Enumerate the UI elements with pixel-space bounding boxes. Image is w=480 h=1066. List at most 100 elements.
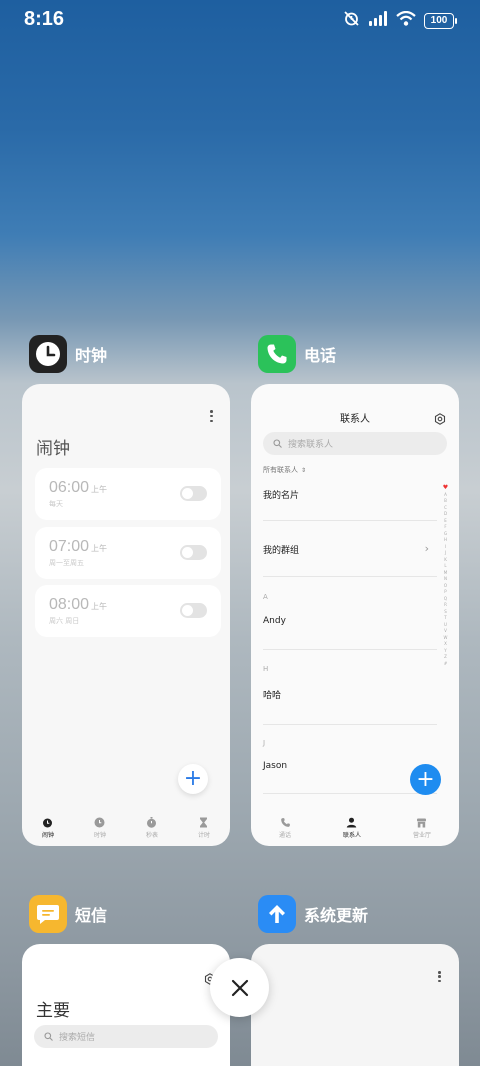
alarm-toggle[interactable] <box>180 603 207 618</box>
messages-app-icon[interactable] <box>29 895 67 933</box>
alphabet-index-letter[interactable]: D <box>444 511 447 517</box>
settings-icon[interactable] <box>434 410 446 429</box>
clock-app-icon[interactable] <box>29 335 67 373</box>
alphabet-index-letter[interactable]: X <box>444 641 447 647</box>
favorite-heart-icon: ♥ <box>442 484 449 491</box>
alphabet-index-letter[interactable]: # <box>444 661 447 667</box>
tab-alarm[interactable]: 闹钟 <box>42 817 54 839</box>
app-header-clock[interactable]: 时钟 <box>29 335 107 373</box>
stopwatch-icon <box>147 817 157 828</box>
phone-app-icon[interactable] <box>258 335 296 373</box>
alarm-item[interactable]: 06:00 上午 每天 <box>35 468 221 520</box>
add-contact-button[interactable]: + <box>410 764 441 795</box>
alarm-toggle[interactable] <box>180 486 207 501</box>
alphabet-index[interactable]: ♥ A B C D E F G H I J K L M N O P Q R S T U V W X Y Z # <box>442 485 449 666</box>
alphabet-index-letter[interactable]: P <box>444 589 446 595</box>
phone-app-card[interactable]: 联系人 搜索联系人 所有联系人 ⇕ 我的名片 我的群组 › A Andy H 哈… <box>251 384 459 846</box>
search-icon <box>273 439 282 448</box>
clear-all-button[interactable] <box>210 958 269 1017</box>
app-header-updater[interactable]: 系统更新 <box>258 895 368 933</box>
alphabet-index-letter[interactable]: G <box>444 531 447 537</box>
alphabet-index-letter[interactable]: H <box>444 537 447 543</box>
alarm-item[interactable]: 08:00 上午 周六 周日 <box>35 585 221 637</box>
alphabet-index-letter[interactable]: J <box>445 550 446 556</box>
wifi-icon <box>396 10 416 30</box>
section-letter: H <box>263 665 269 673</box>
app-name-clock: 时钟 <box>75 346 108 365</box>
phone-icon <box>280 818 290 827</box>
alphabet-index-letter[interactable]: O <box>444 583 447 589</box>
tab-calls[interactable]: 通话 <box>279 817 291 839</box>
alphabet-index-letter[interactable]: L <box>444 563 446 569</box>
alarm-icon <box>43 818 53 828</box>
sort-icon: ⇕ <box>301 466 307 474</box>
alphabet-index-letter[interactable]: C <box>444 505 447 511</box>
alphabet-index-letter[interactable]: U <box>444 622 447 628</box>
status-icons: 100 <box>343 10 457 31</box>
tab-clock[interactable]: 时钟 <box>94 817 106 839</box>
chevron-right-icon: › <box>424 542 429 555</box>
status-time: 8:16 <box>24 8 65 30</box>
contacts-filter[interactable]: 所有联系人 ⇕ <box>263 465 306 475</box>
close-icon <box>231 979 248 996</box>
tab-service-hall[interactable]: 营业厅 <box>413 817 431 839</box>
app-header-phone[interactable]: 电话 <box>258 335 336 373</box>
alphabet-index-letter[interactable]: N <box>444 576 447 582</box>
contact-row[interactable]: 哈哈 <box>263 688 281 701</box>
app-header-messages[interactable]: 短信 <box>29 895 107 933</box>
page-title: 联系人 <box>340 414 370 425</box>
search-placeholder: 搜索短信 <box>59 1033 96 1043</box>
clock-tabbar: 闹钟 时钟 秒表 计时 <box>22 810 230 846</box>
alarm-ampm: 上午 <box>91 485 108 494</box>
tab-contacts[interactable]: 联系人 <box>343 817 361 839</box>
add-alarm-button[interactable]: + <box>178 764 208 794</box>
alphabet-index-letter[interactable]: A <box>444 492 447 498</box>
divider <box>263 576 437 577</box>
my-card-row[interactable]: 我的名片 <box>263 488 299 501</box>
more-options-icon[interactable] <box>438 971 441 982</box>
my-groups-row[interactable]: 我的群组 <box>263 543 299 556</box>
contact-row[interactable]: Jason <box>263 761 287 771</box>
alarm-ampm: 上午 <box>91 544 108 553</box>
alphabet-index-letter[interactable]: I <box>445 544 446 550</box>
divider <box>263 520 437 521</box>
alarm-off-icon <box>343 10 360 31</box>
person-icon <box>347 817 357 828</box>
alarm-item[interactable]: 07:00 上午 周一至周五 <box>35 527 221 579</box>
alphabet-index-letter[interactable]: Y <box>444 648 446 654</box>
divider <box>263 649 437 650</box>
alphabet-index-letter[interactable]: M <box>444 570 447 576</box>
battery-icon: 100 <box>424 12 457 29</box>
page-title: 闹钟 <box>36 439 70 459</box>
section-letter: A <box>263 593 268 601</box>
alphabet-index-letter[interactable]: W <box>444 635 448 641</box>
store-icon <box>417 818 427 828</box>
app-name-messages: 短信 <box>75 906 108 925</box>
tab-timer[interactable]: 计时 <box>198 817 210 839</box>
signal-icon <box>368 11 388 30</box>
updater-app-card[interactable] <box>251 944 459 1066</box>
alphabet-index-letter[interactable]: V <box>444 628 447 634</box>
search-messages-input[interactable]: 搜索短信 <box>34 1025 218 1048</box>
alphabet-index-letter[interactable]: E <box>444 518 447 524</box>
updater-app-icon[interactable] <box>258 895 296 933</box>
alphabet-index-letter[interactable]: B <box>444 498 447 504</box>
alphabet-index-letter[interactable]: S <box>444 609 447 615</box>
search-contacts-input[interactable]: 搜索联系人 <box>263 432 447 455</box>
hourglass-icon <box>200 817 208 828</box>
alphabet-index-letter[interactable]: F <box>444 524 446 530</box>
clock-app-card[interactable]: 闹钟 06:00 上午 每天 07:00 上午 周一至周五 08:00 上午 周六 周… <box>22 384 230 846</box>
alphabet-index-letter[interactable]: R <box>444 602 447 608</box>
alarm-toggle[interactable] <box>180 545 207 560</box>
contact-row[interactable]: Andy <box>263 616 286 626</box>
alarm-repeat: 周一至周五 <box>49 559 84 567</box>
alphabet-index-letter[interactable]: Q <box>444 596 447 602</box>
alphabet-index-letter[interactable]: Z <box>444 654 447 660</box>
more-options-icon[interactable] <box>210 410 213 422</box>
alarm-time: 06:00 <box>49 479 90 496</box>
alphabet-index-letter[interactable]: T <box>444 615 446 621</box>
section-letter: J <box>263 739 266 747</box>
alphabet-index-letter[interactable]: K <box>444 557 447 563</box>
messages-app-card[interactable]: 主要 搜索短信 <box>22 944 230 1066</box>
tab-stopwatch[interactable]: 秒表 <box>146 817 158 839</box>
